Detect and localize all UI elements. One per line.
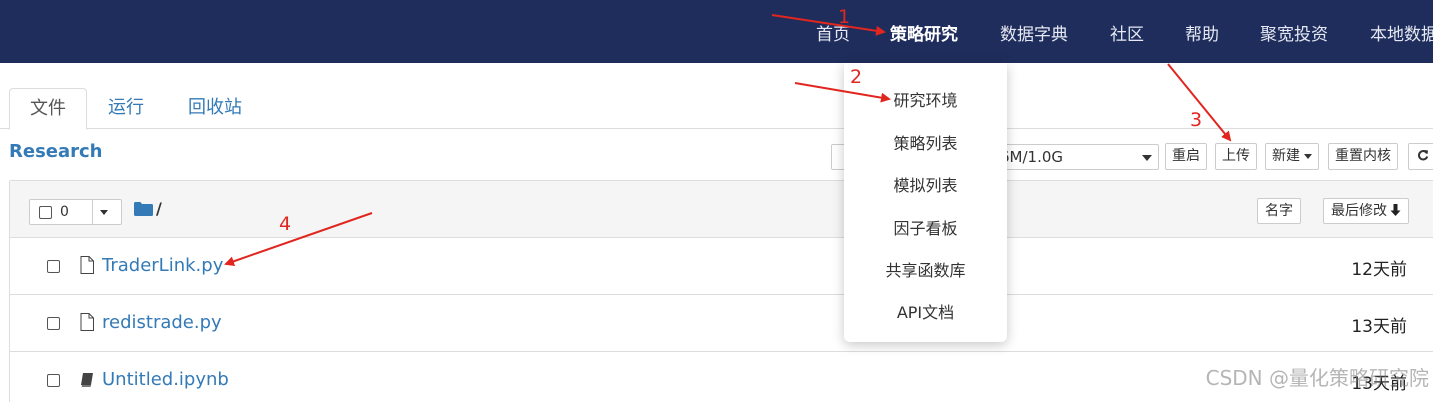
- file-name-link[interactable]: TraderLink.py: [102, 255, 223, 276]
- kernel-memory-value: 6M/1.0G: [1000, 148, 1064, 166]
- select-all-checkbox[interactable]: [39, 206, 52, 219]
- nav-strategy-research[interactable]: 策略研究: [890, 20, 958, 45]
- nav-local-data[interactable]: 本地数据: [1370, 20, 1433, 45]
- menu-item-shared-library[interactable]: 共享函数库: [844, 257, 1007, 281]
- notebook-icon: [81, 373, 93, 387]
- sort-by-modified-button[interactable]: 最后修改: [1323, 198, 1409, 224]
- file-modified-time: 12天前: [1351, 260, 1407, 280]
- file-name-link[interactable]: redistrade.py: [102, 312, 222, 333]
- tab-running[interactable]: 运行: [88, 88, 164, 129]
- restart-button[interactable]: 重启: [1165, 143, 1207, 170]
- nav-data-dictionary[interactable]: 数据字典: [1000, 20, 1068, 45]
- new-button-label: 新建: [1272, 148, 1300, 164]
- folder-icon[interactable]: [134, 202, 153, 216]
- file-icon: [80, 256, 94, 274]
- row-checkbox[interactable]: [47, 260, 60, 273]
- file-icon: [80, 313, 94, 331]
- file-row[interactable]: TraderLink.py 12天前: [10, 238, 1433, 295]
- new-button[interactable]: 新建: [1265, 143, 1319, 170]
- file-modified-time: 13天前: [1351, 317, 1407, 337]
- chevron-down-icon: [1142, 155, 1152, 161]
- top-navbar: 首页 策略研究 数据字典 社区 帮助 聚宽投资 本地数据: [0, 0, 1433, 63]
- menu-item-strategy-list[interactable]: 策略列表: [844, 130, 1007, 154]
- divider: [92, 200, 93, 224]
- caret-down-icon[interactable]: [100, 210, 108, 215]
- file-list-header: 0 / 名字 最后修改: [10, 181, 1433, 238]
- menu-item-api-docs[interactable]: API文档: [844, 299, 1007, 323]
- csdn-watermark: CSDN @量化策略研究院: [1205, 366, 1429, 390]
- breadcrumb[interactable]: /: [156, 199, 162, 218]
- caret-down-icon: [1304, 153, 1312, 159]
- nav-joinquant-invest[interactable]: 聚宽投资: [1260, 20, 1328, 45]
- annotation-label-3: 3: [1190, 109, 1203, 131]
- refresh-icon: [1418, 150, 1429, 161]
- arrow-down-icon: [1390, 204, 1401, 216]
- file-name-link[interactable]: Untitled.ipynb: [102, 369, 229, 390]
- selected-count: 0: [60, 204, 69, 220]
- menu-item-factor-board[interactable]: 因子看板: [844, 215, 1007, 239]
- nav-help[interactable]: 帮助: [1185, 20, 1219, 45]
- menu-item-simulation-list[interactable]: 模拟列表: [844, 172, 1007, 196]
- sort-by-name-button[interactable]: 名字: [1257, 198, 1301, 224]
- row-checkbox[interactable]: [47, 374, 60, 387]
- annotation-label-2: 2: [850, 66, 863, 88]
- tab-files[interactable]: 文件: [9, 88, 87, 130]
- annotation-label-1: 1: [838, 6, 851, 28]
- page-title: Research: [9, 141, 103, 162]
- upload-button[interactable]: 上传: [1215, 143, 1257, 170]
- file-tabs: 文件 运行 回收站: [0, 88, 1433, 130]
- nav-community[interactable]: 社区: [1110, 20, 1144, 45]
- row-checkbox[interactable]: [47, 317, 60, 330]
- sort-modified-label: 最后修改: [1331, 203, 1387, 219]
- select-all-dropdown[interactable]: 0: [29, 199, 122, 225]
- file-row[interactable]: redistrade.py 13天前: [10, 295, 1433, 352]
- strategy-research-dropdown: 研究环境 策略列表 模拟列表 因子看板 共享函数库 API文档: [844, 63, 1007, 342]
- annotation-label-4: 4: [279, 213, 292, 235]
- restart-kernel-button[interactable]: 重置内核: [1328, 143, 1398, 170]
- refresh-button[interactable]: [1408, 143, 1433, 170]
- menu-item-research-env[interactable]: 研究环境: [844, 87, 1007, 111]
- tab-trash[interactable]: 回收站: [168, 88, 262, 129]
